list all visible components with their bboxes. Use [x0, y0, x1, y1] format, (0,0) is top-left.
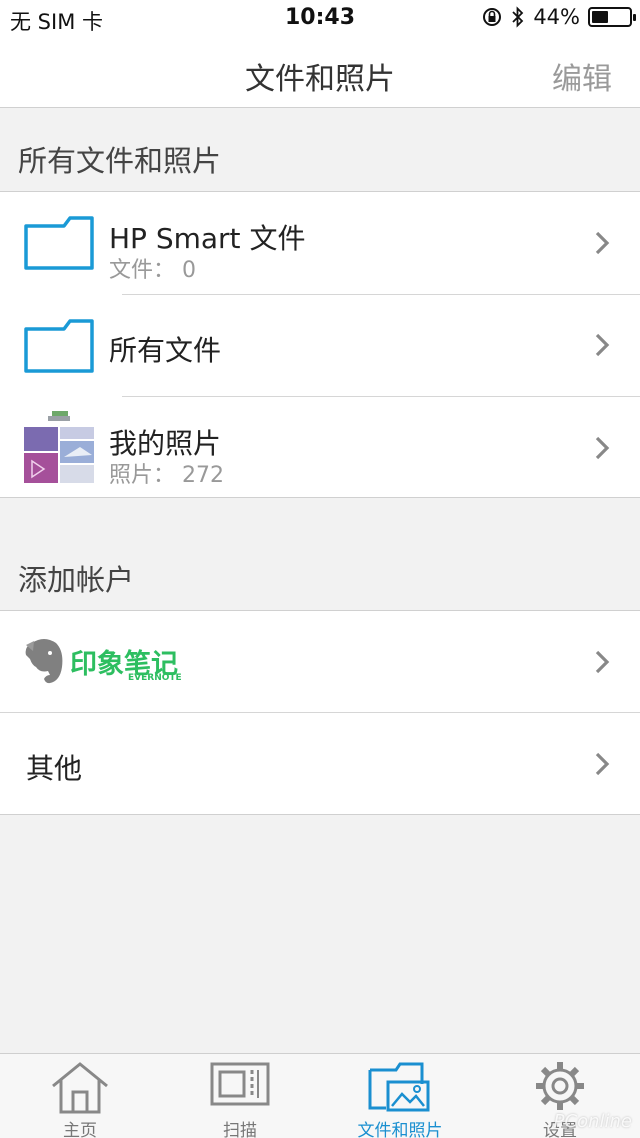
- battery-percent: 44%: [533, 5, 580, 29]
- chevron-right-icon: [595, 650, 610, 674]
- bluetooth-icon: [512, 6, 524, 28]
- watermark: PConline: [553, 1111, 632, 1132]
- evernote-sublabel: EVERNOTE: [128, 673, 182, 683]
- list-item-all-files[interactable]: 所有文件: [0, 295, 640, 397]
- status-bar: 无 SIM 卡 10:43 44%: [0, 0, 640, 36]
- status-indicators: 44%: [481, 5, 636, 29]
- chevron-right-icon: [595, 436, 610, 460]
- tab-files-photos[interactable]: 文件和照片: [320, 1054, 480, 1138]
- tab-scan[interactable]: 扫描: [160, 1054, 320, 1138]
- row-title: 我的照片: [109, 427, 222, 460]
- files-section-header: 所有文件和照片: [18, 144, 222, 178]
- row-title: HP Smart 文件: [109, 222, 306, 255]
- accounts-section-header: 添加帐户: [18, 563, 135, 597]
- row-title: 其他: [26, 752, 83, 785]
- tab-label: 扫描: [223, 1121, 257, 1138]
- row-title: 所有文件: [109, 334, 222, 367]
- scan-icon: [210, 1062, 270, 1106]
- evernote-elephant-icon: [25, 639, 63, 684]
- home-icon: [52, 1062, 108, 1114]
- row-subtitle: 文件： 0: [109, 258, 196, 283]
- folder-icon: [24, 319, 94, 373]
- chevron-right-icon: [595, 231, 610, 255]
- list-item-my-photos[interactable]: 我的照片 照片： 272: [0, 397, 640, 499]
- battery-fill: [592, 11, 608, 23]
- page-title: 文件和照片: [245, 62, 395, 97]
- tab-label: 主页: [63, 1121, 97, 1138]
- files-photos-icon: [368, 1062, 430, 1112]
- list-item-evernote[interactable]: 印象笔记 EVERNOTE: [0, 611, 640, 713]
- folder-icon: [24, 216, 94, 270]
- edit-button[interactable]: 编辑: [552, 54, 612, 98]
- orientation-lock-icon: [483, 8, 502, 26]
- chevron-right-icon: [595, 752, 610, 776]
- tab-bar: 主页 扫描 文件和照片 设置 PConline: [0, 1053, 640, 1138]
- gear-icon: [536, 1062, 584, 1110]
- chevron-right-icon: [595, 333, 610, 357]
- list-item-other[interactable]: 其他: [0, 713, 640, 815]
- photo-thumbnail: [24, 411, 94, 483]
- files-list: HP Smart 文件 文件： 0 所有文件 我的照片 照片： 272: [0, 191, 640, 498]
- row-subtitle: 照片： 272: [109, 463, 224, 488]
- list-item-hp-smart-files[interactable]: HP Smart 文件 文件： 0: [0, 192, 640, 294]
- tab-home[interactable]: 主页: [0, 1054, 160, 1138]
- battery-icon: [588, 7, 636, 27]
- navigation-bar: 文件和照片 编辑: [0, 36, 640, 108]
- accounts-list: 印象笔记 EVERNOTE 其他: [0, 610, 640, 815]
- tab-label: 文件和照片: [357, 1121, 443, 1138]
